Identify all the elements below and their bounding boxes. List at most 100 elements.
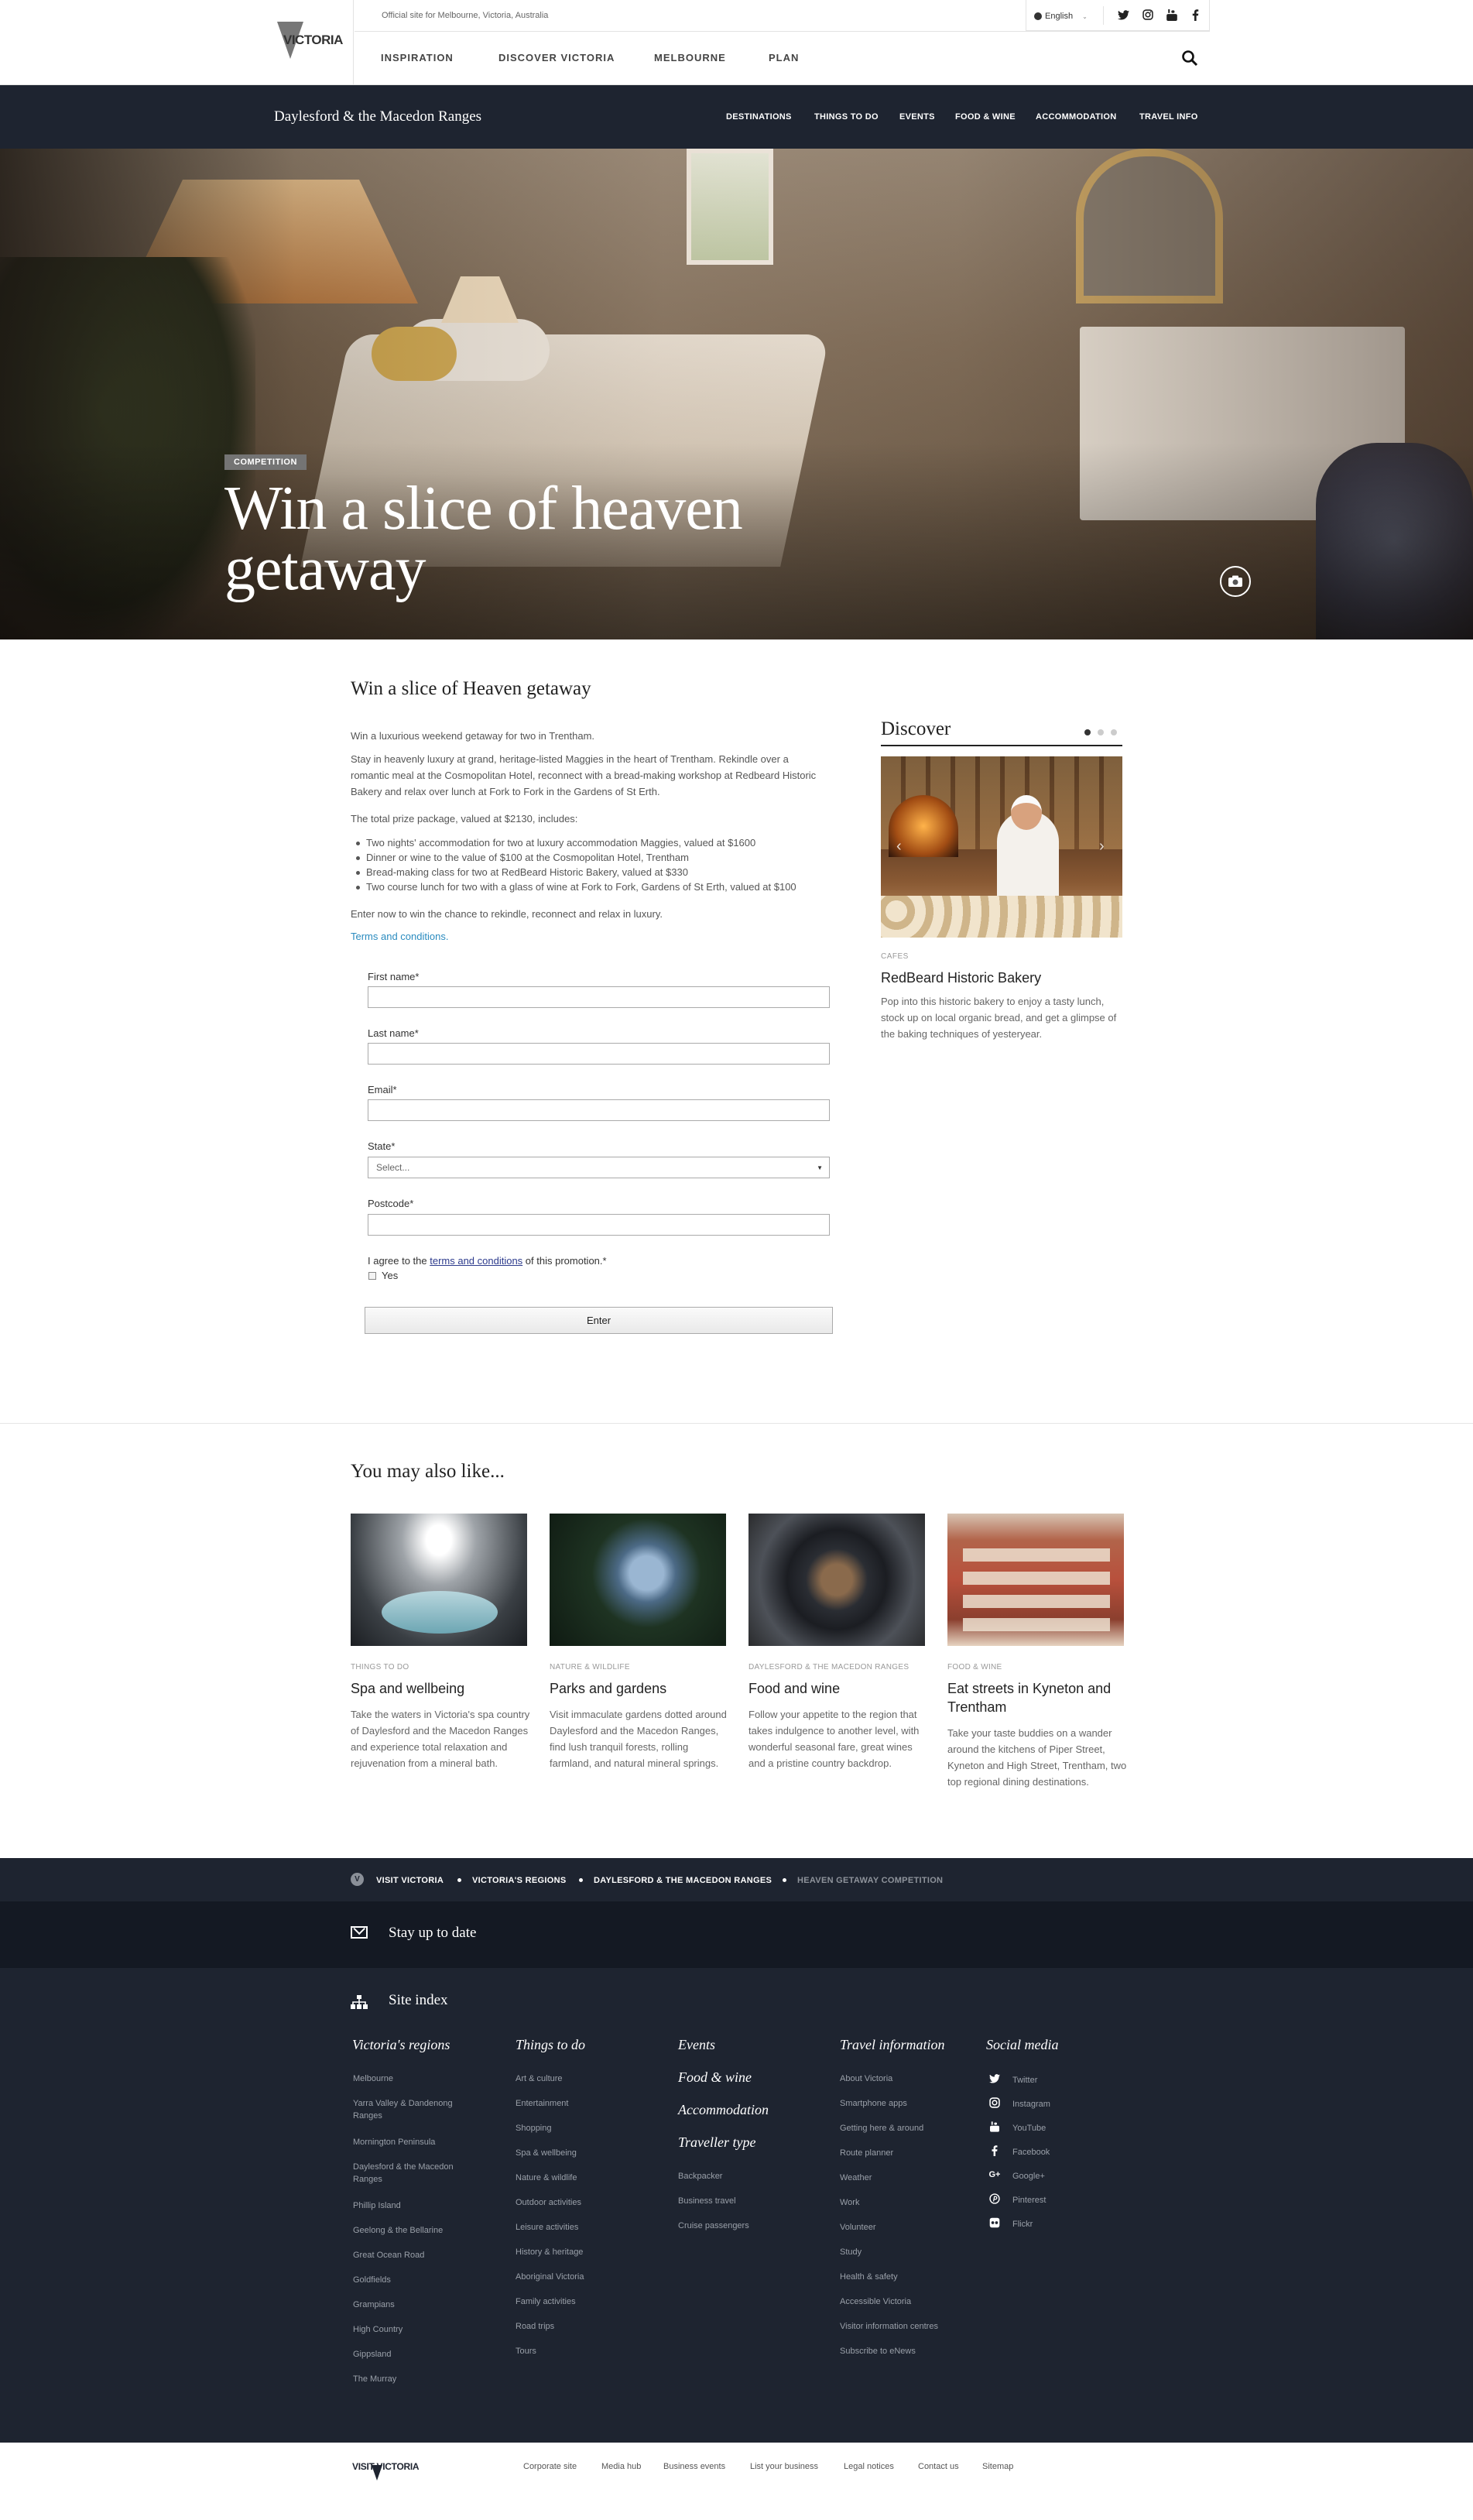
instagram-icon[interactable] bbox=[988, 2097, 1001, 2109]
footer-link[interactable]: Outdoor activities bbox=[516, 2196, 581, 2209]
footer-heading-traveller-type[interactable]: Traveller type bbox=[678, 2134, 755, 2151]
carousel-dot[interactable] bbox=[1111, 729, 1117, 735]
google-plus-icon[interactable]: G+ bbox=[988, 2169, 1001, 2181]
region-nav-events[interactable]: EVENTS bbox=[899, 112, 935, 122]
footer-link[interactable]: Study bbox=[840, 2246, 862, 2258]
footer-social-link[interactable]: Facebook bbox=[1012, 2146, 1050, 2158]
region-nav-travel-info[interactable]: TRAVEL INFO bbox=[1139, 112, 1198, 122]
region-nav-destinations[interactable]: DESTINATIONS bbox=[726, 112, 792, 122]
footer-link[interactable]: Road trips bbox=[516, 2320, 554, 2333]
card-title[interactable]: Parks and gardens bbox=[550, 1679, 729, 1698]
camera-icon[interactable] bbox=[1220, 566, 1251, 597]
card-title[interactable]: Food and wine bbox=[748, 1679, 928, 1698]
footer-link[interactable]: Shopping bbox=[516, 2122, 552, 2134]
footer-link[interactable]: Melbourne bbox=[353, 2073, 393, 2085]
footer-link[interactable]: Tours bbox=[516, 2345, 536, 2357]
footer-link[interactable]: Gippsland bbox=[353, 2348, 392, 2361]
footer-link[interactable]: Business travel bbox=[678, 2195, 736, 2207]
visit-victoria-logo[interactable]: VISIT VICTORIA bbox=[352, 2461, 420, 2472]
footer-link[interactable]: Smartphone apps bbox=[840, 2097, 907, 2110]
footer-heading-regions[interactable]: Victoria's regions bbox=[352, 2037, 450, 2053]
footer-link[interactable]: Geelong & the Bellarine bbox=[353, 2224, 443, 2237]
discover-image[interactable] bbox=[881, 756, 1122, 938]
region-title[interactable]: Daylesford & the Macedon Ranges bbox=[274, 108, 481, 125]
footer-heading-things[interactable]: Things to do bbox=[516, 2037, 585, 2053]
card-image-spa[interactable] bbox=[351, 1514, 527, 1646]
footer-social-link[interactable]: Pinterest bbox=[1012, 2194, 1046, 2206]
footer-link[interactable]: Health & safety bbox=[840, 2271, 898, 2283]
footer-link[interactable]: Getting here & around bbox=[840, 2122, 923, 2134]
footer-link[interactable]: Work bbox=[840, 2196, 859, 2209]
card-image-streets[interactable] bbox=[947, 1514, 1124, 1646]
search-icon[interactable] bbox=[1181, 50, 1198, 67]
footer-link[interactable]: The Murray bbox=[353, 2373, 396, 2385]
footer-link[interactable]: Visitor information centres bbox=[840, 2320, 938, 2333]
footer-link[interactable]: Nature & wildlife bbox=[516, 2172, 577, 2184]
agree-checkbox[interactable] bbox=[368, 1272, 376, 1280]
mail-icon[interactable] bbox=[351, 1926, 368, 1939]
last-name-field[interactable] bbox=[368, 1043, 830, 1065]
footer-heading-food-wine[interactable]: Food & wine bbox=[678, 2069, 752, 2086]
footer-heading-travel-info[interactable]: Travel information bbox=[840, 2037, 945, 2053]
footer-link[interactable]: Grampians bbox=[353, 2299, 395, 2311]
nav-discover-victoria[interactable]: DISCOVER VICTORIA bbox=[498, 52, 615, 63]
footer-social-link[interactable]: YouTube bbox=[1012, 2122, 1046, 2134]
footer-link[interactable]: Entertainment bbox=[516, 2097, 568, 2110]
youtube-icon[interactable] bbox=[1163, 6, 1180, 23]
twitter-icon[interactable] bbox=[988, 2073, 1001, 2085]
language-selector[interactable]: English ⌄ bbox=[1034, 9, 1096, 23]
footer-link[interactable]: Subscribe to eNews bbox=[840, 2345, 916, 2357]
home-icon[interactable]: V bbox=[351, 1873, 364, 1886]
breadcrumb-item[interactable]: VISIT VICTORIA bbox=[376, 1876, 444, 1885]
victoria-logo-text[interactable]: VICTORIA bbox=[283, 33, 343, 48]
bottom-link-sitemap[interactable]: Sitemap bbox=[982, 2462, 1013, 2471]
region-nav-food-wine[interactable]: FOOD & WINE bbox=[955, 112, 1016, 122]
footer-link[interactable]: Family activities bbox=[516, 2295, 576, 2308]
footer-social-link[interactable]: Google+ bbox=[1012, 2170, 1045, 2182]
nav-inspiration[interactable]: INSPIRATION bbox=[381, 52, 454, 63]
footer-social-link[interactable]: Flickr bbox=[1012, 2218, 1033, 2230]
discover-title[interactable]: RedBeard Historic Bakery bbox=[881, 970, 1041, 986]
chevron-left-icon[interactable]: ‹ bbox=[896, 838, 902, 855]
pinterest-icon[interactable] bbox=[988, 2193, 1001, 2205]
youtube-icon[interactable] bbox=[988, 2121, 1001, 2133]
bottom-link-legal[interactable]: Legal notices bbox=[844, 2462, 894, 2471]
footer-link[interactable]: Weather bbox=[840, 2172, 872, 2184]
footer-link[interactable]: Backpacker bbox=[678, 2170, 722, 2182]
enter-button[interactable]: Enter bbox=[365, 1307, 833, 1334]
footer-social-link[interactable]: Instagram bbox=[1012, 2098, 1050, 2110]
footer-link[interactable]: Route planner bbox=[840, 2147, 893, 2159]
state-select[interactable]: Select... ▼ bbox=[368, 1157, 830, 1178]
facebook-icon[interactable] bbox=[988, 2145, 1001, 2157]
bottom-link-corporate[interactable]: Corporate site bbox=[523, 2462, 577, 2471]
footer-link[interactable]: Phillip Island bbox=[353, 2199, 401, 2212]
flickr-icon[interactable] bbox=[988, 2217, 1001, 2229]
card-image-food[interactable] bbox=[748, 1514, 925, 1646]
terms-conditions-link[interactable]: terms and conditions bbox=[430, 1255, 522, 1267]
nav-melbourne[interactable]: MELBOURNE bbox=[654, 52, 726, 63]
twitter-icon[interactable] bbox=[1115, 6, 1132, 23]
postcode-field[interactable] bbox=[368, 1214, 830, 1236]
region-nav-things-to-do[interactable]: THINGS TO DO bbox=[814, 112, 879, 122]
email-field[interactable] bbox=[368, 1099, 830, 1121]
bottom-link-media-hub[interactable]: Media hub bbox=[601, 2462, 641, 2471]
footer-link[interactable]: Cruise passengers bbox=[678, 2220, 749, 2232]
footer-link[interactable]: Volunteer bbox=[840, 2221, 875, 2234]
nav-plan[interactable]: PLAN bbox=[769, 52, 799, 63]
instagram-icon[interactable] bbox=[1139, 6, 1156, 23]
bottom-link-contact[interactable]: Contact us bbox=[918, 2462, 959, 2471]
bottom-link-business-events[interactable]: Business events bbox=[663, 2462, 725, 2471]
footer-link[interactable]: Accessible Victoria bbox=[840, 2295, 911, 2308]
footer-link[interactable]: Great Ocean Road bbox=[353, 2249, 424, 2261]
footer-social-link[interactable]: Twitter bbox=[1012, 2074, 1037, 2086]
facebook-icon[interactable] bbox=[1187, 6, 1204, 23]
footer-link[interactable]: About Victoria bbox=[840, 2073, 892, 2085]
card-title[interactable]: Eat streets in Kyneton and Trentham bbox=[947, 1679, 1127, 1716]
breadcrumb-item[interactable]: VICTORIA'S REGIONS bbox=[472, 1876, 567, 1885]
card-image-parks[interactable] bbox=[550, 1514, 726, 1646]
card-title[interactable]: Spa and wellbeing bbox=[351, 1679, 530, 1698]
agree-checkbox-label[interactable]: Yes bbox=[382, 1270, 398, 1281]
footer-link[interactable]: Aboriginal Victoria bbox=[516, 2271, 584, 2283]
terms-link[interactable]: Terms and conditions. bbox=[351, 931, 448, 942]
first-name-field[interactable] bbox=[368, 986, 830, 1008]
